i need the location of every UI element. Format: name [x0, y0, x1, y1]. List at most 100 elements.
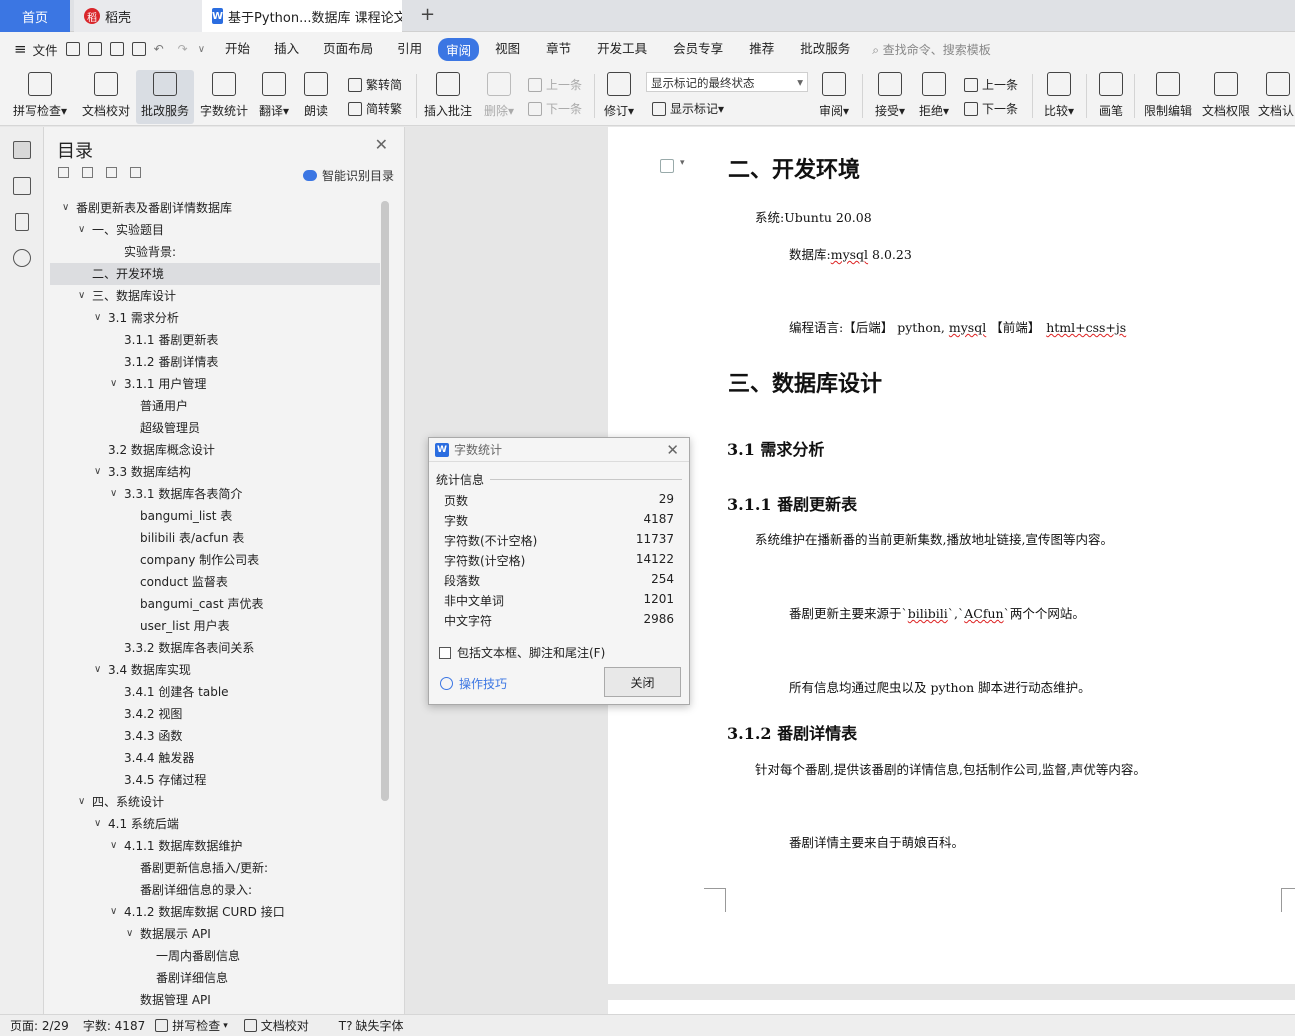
compare-button[interactable]: 比较▾: [1040, 70, 1078, 124]
next-comment-button[interactable]: 下一条: [528, 100, 582, 117]
insert-comment-button[interactable]: 插入批注: [422, 70, 474, 124]
close-button[interactable]: 关闭: [604, 667, 681, 697]
export-icon[interactable]: [87, 42, 102, 56]
chevron-down-icon[interactable]: ∨: [94, 307, 101, 329]
collapse-all-icon[interactable]: [58, 167, 69, 178]
toc-item[interactable]: bangumi_list 表: [50, 505, 380, 527]
reject-button[interactable]: 拒绝▾: [914, 70, 954, 124]
menu-start[interactable]: 开始: [225, 38, 250, 61]
find-icon[interactable]: [13, 249, 31, 267]
doc-proof-button[interactable]: 文档校对: [78, 70, 134, 124]
translate-button[interactable]: 翻译▾: [256, 70, 292, 124]
tips-link[interactable]: 操作技巧: [440, 675, 507, 692]
chevron-down-icon[interactable]: ∨: [94, 813, 101, 835]
toc-item[interactable]: ∨ 三、数据库设计: [50, 285, 380, 307]
toc-item[interactable]: bilibili 表/acfun 表: [50, 527, 380, 549]
toc-item[interactable]: ∨ 4.1 系统后端: [50, 813, 380, 835]
tab-daoke[interactable]: 稻稻壳: [74, 0, 202, 32]
toc-scrollbar-thumb[interactable]: [381, 201, 389, 801]
chevron-down-icon[interactable]: ∨: [62, 197, 69, 219]
menu-layout[interactable]: 页面布局: [323, 38, 373, 61]
toc-item[interactable]: conduct 监督表: [50, 571, 380, 593]
toc-item[interactable]: 二、开发环境: [50, 263, 380, 285]
prev-comment-button[interactable]: 上一条: [528, 76, 582, 93]
menu-file[interactable]: 文件: [33, 40, 58, 59]
toc-item[interactable]: ∨ 番剧更新表及番剧详情数据库: [50, 197, 380, 219]
next-revision-button[interactable]: 下一条: [964, 100, 1018, 117]
dialog-close-icon[interactable]: ✕: [666, 441, 679, 459]
toc-item[interactable]: 番剧详细信息的录入:: [50, 879, 380, 901]
new-tab-plus-icon[interactable]: +: [420, 4, 435, 25]
toc-item[interactable]: bangumi_cast 声优表: [50, 593, 380, 615]
save-icon[interactable]: [65, 42, 80, 56]
review-pane-button[interactable]: 审阅▾: [814, 70, 854, 124]
simple-to-traditional-button[interactable]: 简转繁: [348, 100, 402, 117]
dialog-title-bar[interactable]: W 字数统计 ✕: [429, 438, 689, 462]
add-heading-icon[interactable]: [106, 167, 117, 178]
menu-insert[interactable]: 插入: [274, 38, 299, 61]
toc-item[interactable]: ∨ 数据展示 API: [50, 923, 380, 945]
toc-item[interactable]: 3.4.5 存储过程: [50, 769, 380, 791]
word-count-button[interactable]: 字数统计: [198, 70, 250, 124]
toc-item[interactable]: 3.4.3 函数: [50, 725, 380, 747]
expand-all-icon[interactable]: [82, 167, 93, 178]
toc-item[interactable]: 数据管理 API: [50, 989, 380, 1011]
restrict-edit-button[interactable]: 限制编辑: [1142, 70, 1194, 124]
smart-toc-button[interactable]: 智能识别目录: [302, 167, 394, 184]
traditional-to-simple-button[interactable]: 繁转简: [348, 76, 402, 93]
status-missing-font[interactable]: T? 缺失字体: [339, 1017, 404, 1034]
chevron-down-icon[interactable]: ∨: [94, 659, 101, 681]
toc-panel-icon[interactable]: [13, 141, 31, 159]
status-spell-check[interactable]: 拼写检查 ▾: [155, 1017, 228, 1034]
outline-panel-icon[interactable]: [13, 177, 31, 195]
menu-reference[interactable]: 引用: [397, 38, 422, 61]
toc-item[interactable]: ∨ 一、实验题目: [50, 219, 380, 241]
toc-item[interactable]: ∨ 3.3.1 数据库各表简介: [50, 483, 380, 505]
menu-member[interactable]: 会员专享: [673, 38, 723, 61]
chevron-down-icon[interactable]: ∨: [94, 461, 101, 483]
toc-item[interactable]: 3.4.4 触发器: [50, 747, 380, 769]
pen-button[interactable]: 画笔: [1094, 70, 1128, 124]
toc-item[interactable]: ∨ 3.3 数据库结构: [50, 461, 380, 483]
menu-devtools[interactable]: 开发工具: [597, 38, 647, 61]
status-page[interactable]: 页面: 2/29: [10, 1017, 69, 1034]
tab-home[interactable]: 首页: [0, 0, 70, 32]
menu-chapter[interactable]: 章节: [546, 38, 571, 61]
menu-review[interactable]: 审阅: [438, 37, 480, 61]
menu-recommend[interactable]: 推荐: [749, 38, 774, 61]
status-words[interactable]: 字数: 4187: [83, 1017, 145, 1034]
read-aloud-button[interactable]: 朗读: [298, 70, 334, 124]
correct-service-button[interactable]: 批改服务: [136, 70, 194, 124]
undo-icon[interactable]: ↶: [154, 42, 164, 56]
toc-item[interactable]: 普通用户: [50, 395, 380, 417]
toc-item[interactable]: 3.1.1 番剧更新表: [50, 329, 380, 351]
toc-item[interactable]: 3.4.2 视图: [50, 703, 380, 725]
remove-heading-icon[interactable]: [130, 167, 141, 178]
page-side-menu-icon[interactable]: [660, 159, 674, 173]
print-preview-icon[interactable]: [131, 42, 146, 56]
toc-item[interactable]: ∨ 四、系统设计: [50, 791, 380, 813]
toc-close-icon[interactable]: ✕: [375, 135, 388, 154]
doc-rights-button[interactable]: 文档权限: [1200, 70, 1252, 124]
chevron-down-icon[interactable]: ∨: [78, 285, 85, 307]
chevron-down-icon[interactable]: ∨: [126, 923, 133, 945]
toc-item[interactable]: 3.2 数据库概念设计: [50, 439, 380, 461]
include-textbox-checkbox[interactable]: 包括文本框、脚注和尾注(F): [439, 644, 605, 661]
toc-item[interactable]: 番剧更新信息插入/更新:: [50, 857, 380, 879]
chevron-down-icon[interactable]: ∨: [110, 835, 117, 857]
status-proof[interactable]: 文档校对: [243, 1017, 309, 1034]
command-search[interactable]: ⌕ 查找命令、搜索模板: [872, 41, 991, 58]
document-page[interactable]: [608, 127, 1295, 984]
hamburger-icon[interactable]: ≡: [14, 40, 27, 58]
toc-item[interactable]: 3.3.2 数据库各表间关系: [50, 637, 380, 659]
markup-state-select[interactable]: 显示标记的最终状态 ▾: [646, 72, 808, 92]
toc-item[interactable]: user_list 用户表: [50, 615, 380, 637]
spell-check-button[interactable]: 拼写检查▾: [10, 70, 70, 124]
toc-item[interactable]: 3.4.1 创建各 table: [50, 681, 380, 703]
toc-item[interactable]: ∨ 4.1.1 数据库数据维护: [50, 835, 380, 857]
menu-correct[interactable]: 批改服务: [800, 38, 850, 61]
accept-button[interactable]: 接受▾: [870, 70, 910, 124]
chevron-down-icon[interactable]: ∨: [110, 373, 117, 395]
more-chevron-icon[interactable]: ∨: [198, 44, 205, 55]
redo-icon[interactable]: ↷: [178, 42, 188, 56]
